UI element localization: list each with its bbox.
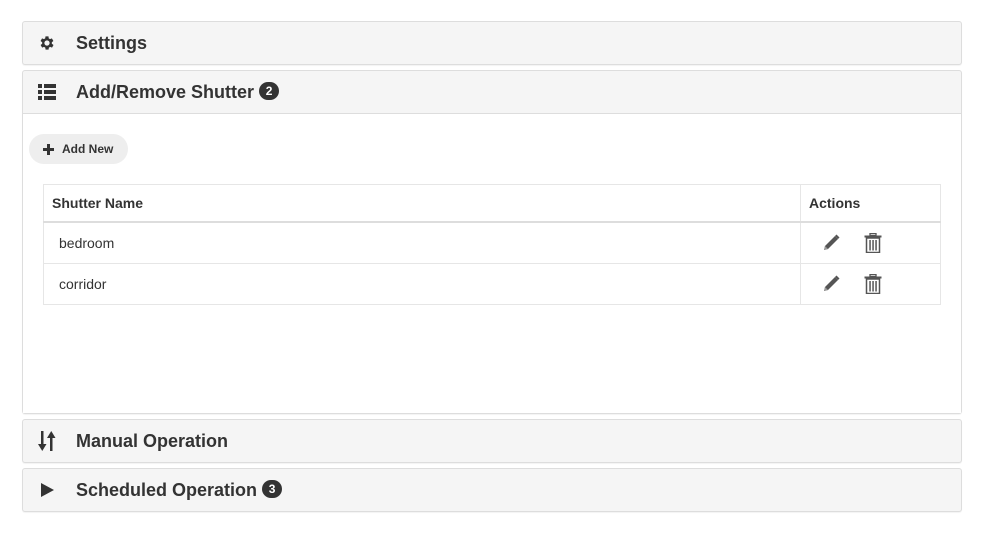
scheduled-operation-panel: Scheduled Operation 3	[22, 468, 962, 512]
actions-cell	[800, 263, 941, 305]
table-header-row: Shutter Name Actions	[43, 184, 941, 223]
trash-icon[interactable]	[861, 231, 885, 255]
manual-operation-panel: Manual Operation	[22, 419, 962, 463]
add-new-label: Add New	[62, 142, 114, 156]
manual-operation-title: Manual Operation	[76, 430, 229, 451]
settings-panel: Settings	[22, 21, 962, 65]
add-remove-shutter-title: Add/Remove Shutter	[76, 81, 255, 102]
scheduled-operation-panel-heading[interactable]: Scheduled Operation 3	[23, 469, 961, 511]
add-new-button[interactable]: Add New	[29, 134, 129, 164]
edit-icon[interactable]	[819, 231, 843, 255]
settings-title: Settings	[76, 32, 148, 53]
shutter-name-cell: corridor	[43, 263, 801, 305]
edit-icon[interactable]	[819, 272, 843, 296]
shutter-name-header: Shutter Name	[43, 184, 801, 223]
gear-icon	[37, 33, 57, 53]
add-remove-shutter-panel-heading[interactable]: Add/Remove Shutter 2	[23, 71, 961, 113]
add-remove-shutter-panel: Add/Remove Shutter 2 Add New Shutter Nam…	[22, 70, 962, 414]
scheduled-operation-title: Scheduled Operation	[76, 479, 258, 500]
plus-icon	[43, 143, 54, 155]
trash-icon[interactable]	[861, 272, 885, 296]
actions-header: Actions	[800, 184, 941, 223]
table-row: corridor	[43, 263, 941, 305]
play-icon	[37, 480, 57, 500]
list-icon	[37, 82, 57, 102]
add-remove-shutter-body: Add New Shutter Name Actions bedroom cor…	[23, 113, 961, 413]
manual-operation-panel-heading[interactable]: Manual Operation	[23, 420, 961, 462]
accordion: Settings Add/Remove Shutter 2 Add New Sh…	[22, 21, 962, 517]
actions-cell	[800, 221, 941, 264]
shutter-count-badge: 2	[259, 82, 280, 100]
settings-panel-heading[interactable]: Settings	[23, 22, 961, 64]
sort-arrows-icon	[37, 431, 57, 451]
scheduled-count-badge: 3	[262, 480, 283, 498]
shutter-table: Shutter Name Actions bedroom corridor	[43, 184, 941, 305]
table-row: bedroom	[43, 221, 941, 264]
shutter-name-cell: bedroom	[43, 221, 801, 264]
